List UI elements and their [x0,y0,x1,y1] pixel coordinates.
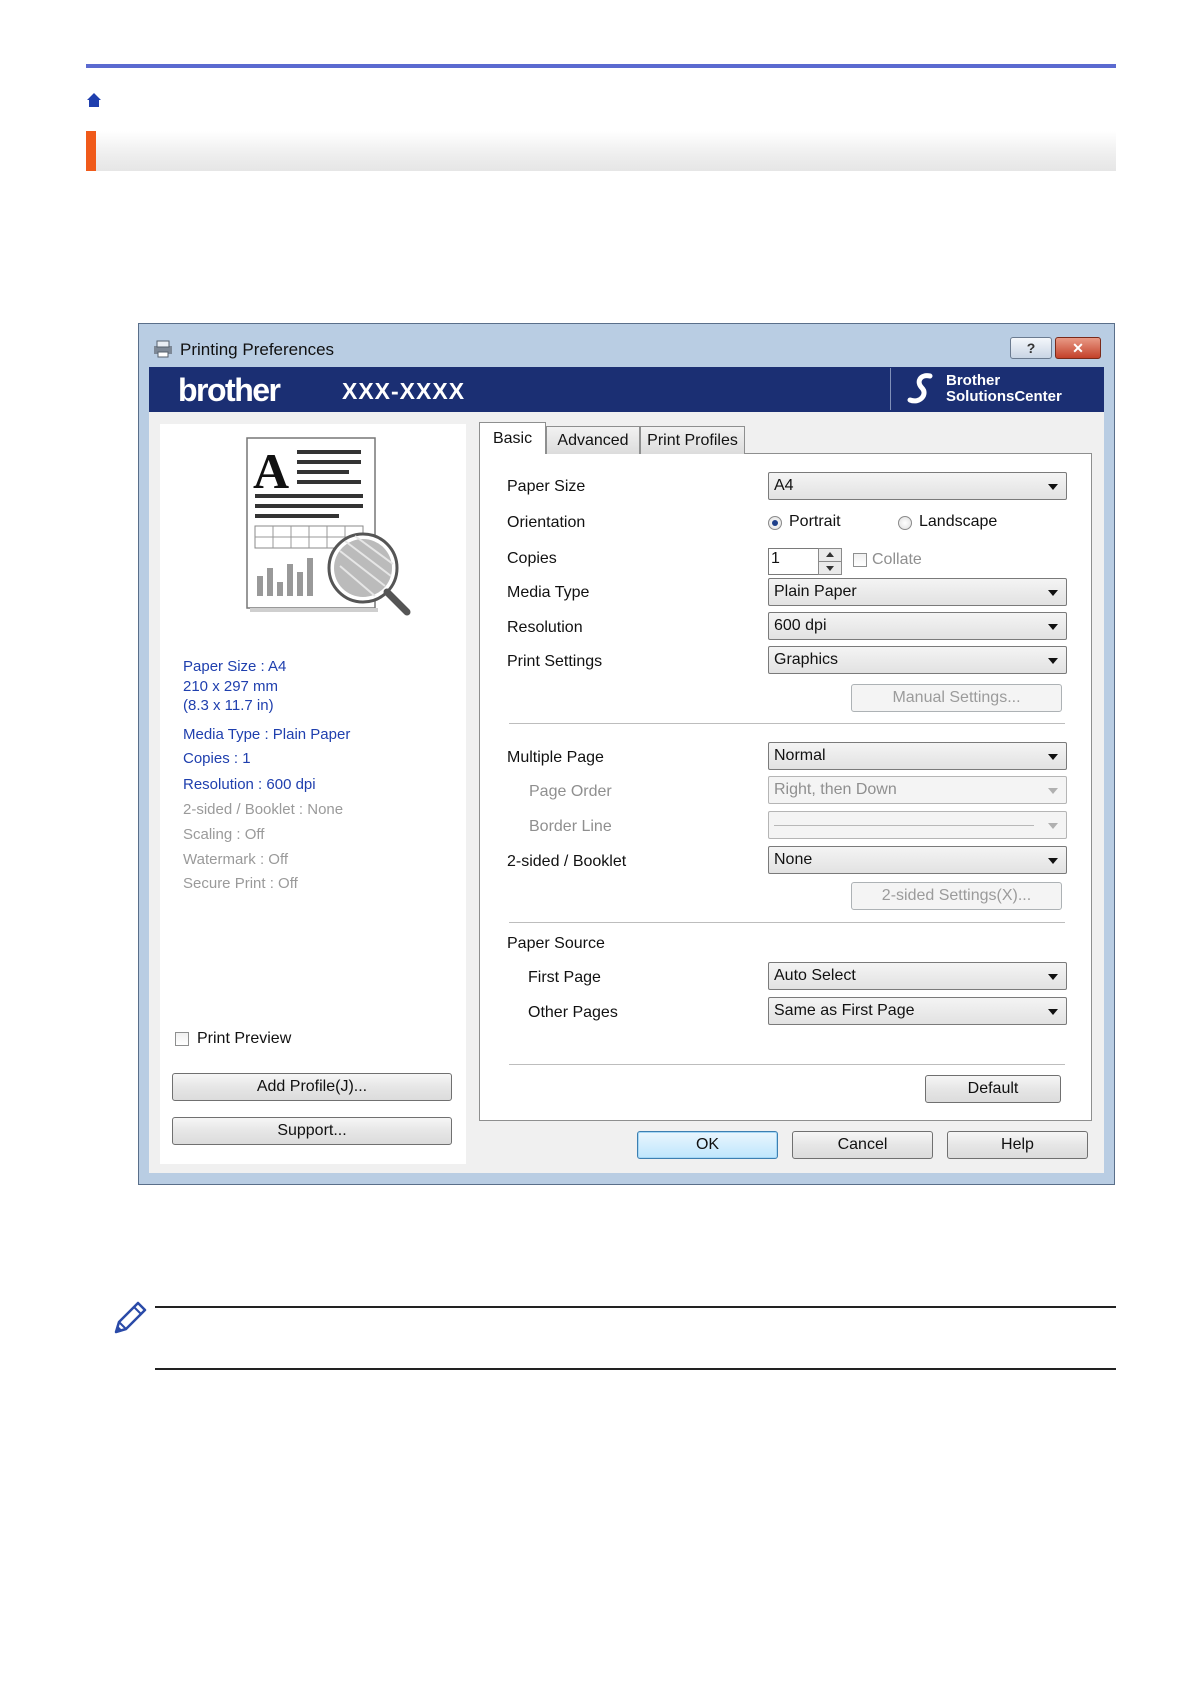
note-bottom-rule [155,1368,1116,1370]
solutions-center-text: Brother SolutionsCenter [946,372,1062,405]
resolution-select[interactable]: 600 dpi [768,612,1067,640]
summary-watermark: Watermark : Off [183,851,289,868]
summary-paper-dimensions-mm: 210 x 297 mm [183,678,279,695]
add-profile-button[interactable]: Add Profile(J)... [172,1073,452,1101]
summary-scaling: Scaling : Off [183,826,265,843]
default-button[interactable]: Default [925,1075,1061,1103]
top-divider [86,64,1116,68]
paper-size-select[interactable]: A4 [768,472,1067,500]
border-line-label: Border Line [529,818,612,835]
svg-text:A: A [253,443,289,499]
cancel-button[interactable]: Cancel [792,1131,933,1159]
other-pages-select[interactable]: Same as First Page [768,997,1067,1025]
summary-copies: Copies : 1 [183,750,251,767]
chevron-down-icon [1048,788,1058,794]
dialog-title: Printing Preferences [180,340,335,359]
paper-size-label: Paper Size [507,478,586,495]
chevron-down-icon [1048,1009,1058,1015]
tab-advanced[interactable]: Advanced [546,426,640,454]
copies-label: Copies [507,550,557,567]
chevron-down-icon [1048,484,1058,490]
summary-media-type: Media Type : Plain Paper [183,726,351,743]
landscape-radio[interactable] [898,516,912,530]
stepper-arrows-icon[interactable] [818,548,842,575]
collate-checkbox[interactable] [853,553,867,567]
chevron-down-icon [1048,974,1058,980]
print-preview-checkbox[interactable] [175,1032,189,1046]
page-order-select[interactable]: Right, then Down [768,776,1067,804]
home-icon[interactable] [86,92,102,108]
summary-secure-print: Secure Print : Off [183,875,298,892]
chevron-down-icon [1048,754,1058,760]
pencil-icon [114,1301,147,1334]
other-pages-label: Other Pages [528,1004,618,1021]
chevron-down-icon [1048,823,1058,829]
tab-print-profiles[interactable]: Print Profiles [640,426,745,454]
media-type-select[interactable]: Plain Paper [768,578,1067,606]
print-settings-label: Print Settings [507,653,603,670]
page-preview-icon: A [246,437,411,616]
brother-logo: brother [178,372,281,408]
manual-settings-button[interactable]: Manual Settings... [851,684,1062,712]
section-heading-bar [86,131,1116,171]
two-sided-label: 2-sided / Booklet [507,853,627,870]
multiple-page-select[interactable]: Normal [768,742,1067,770]
chevron-down-icon [1048,590,1058,596]
solutions-center-icon [907,373,933,404]
collate-label: Collate [872,551,922,568]
page-order-label: Page Order [529,783,612,800]
chevron-down-icon [1048,858,1058,864]
border-line-sample [774,824,1034,826]
print-preview-label: Print Preview [197,1030,292,1047]
chevron-down-icon [1048,624,1058,630]
separator [509,723,1065,724]
two-sided-select[interactable]: None [768,846,1067,874]
summary-paper-dimensions-in: (8.3 x 11.7 in) [183,697,274,714]
border-line-select[interactable] [768,811,1067,839]
printer-icon [154,340,172,358]
orientation-label: Orientation [507,514,586,531]
summary-resolution: Resolution : 600 dpi [183,776,316,793]
model-name: XXX-XXXX [342,378,466,404]
title-help-button[interactable]: ? [1010,337,1052,359]
media-type-label: Media Type [507,584,590,601]
landscape-label: Landscape [919,513,998,530]
portrait-label: Portrait [789,513,841,530]
ok-button[interactable]: OK [637,1131,778,1159]
note-top-rule [155,1306,1116,1308]
first-page-label: First Page [528,969,601,986]
section-heading-accent [86,131,96,171]
two-sided-settings-button[interactable]: 2-sided Settings(X)... [851,882,1062,910]
portrait-radio[interactable] [768,516,782,530]
print-settings-select[interactable]: Graphics [768,646,1067,674]
first-page-select[interactable]: Auto Select [768,962,1067,990]
multiple-page-label: Multiple Page [507,749,604,766]
paper-source-label: Paper Source [507,935,605,952]
copies-value: 1 [771,550,780,567]
title-close-button[interactable]: ✕ [1055,337,1101,359]
support-button[interactable]: Support... [172,1117,452,1145]
summary-two-sided: 2-sided / Booklet : None [183,801,344,818]
summary-paper-size: Paper Size : A4 [183,658,287,675]
resolution-label: Resolution [507,619,583,636]
help-button[interactable]: Help [947,1131,1088,1159]
tab-basic[interactable]: Basic [479,422,546,454]
chevron-down-icon [1048,658,1058,664]
separator [509,1064,1065,1065]
separator [509,922,1065,923]
